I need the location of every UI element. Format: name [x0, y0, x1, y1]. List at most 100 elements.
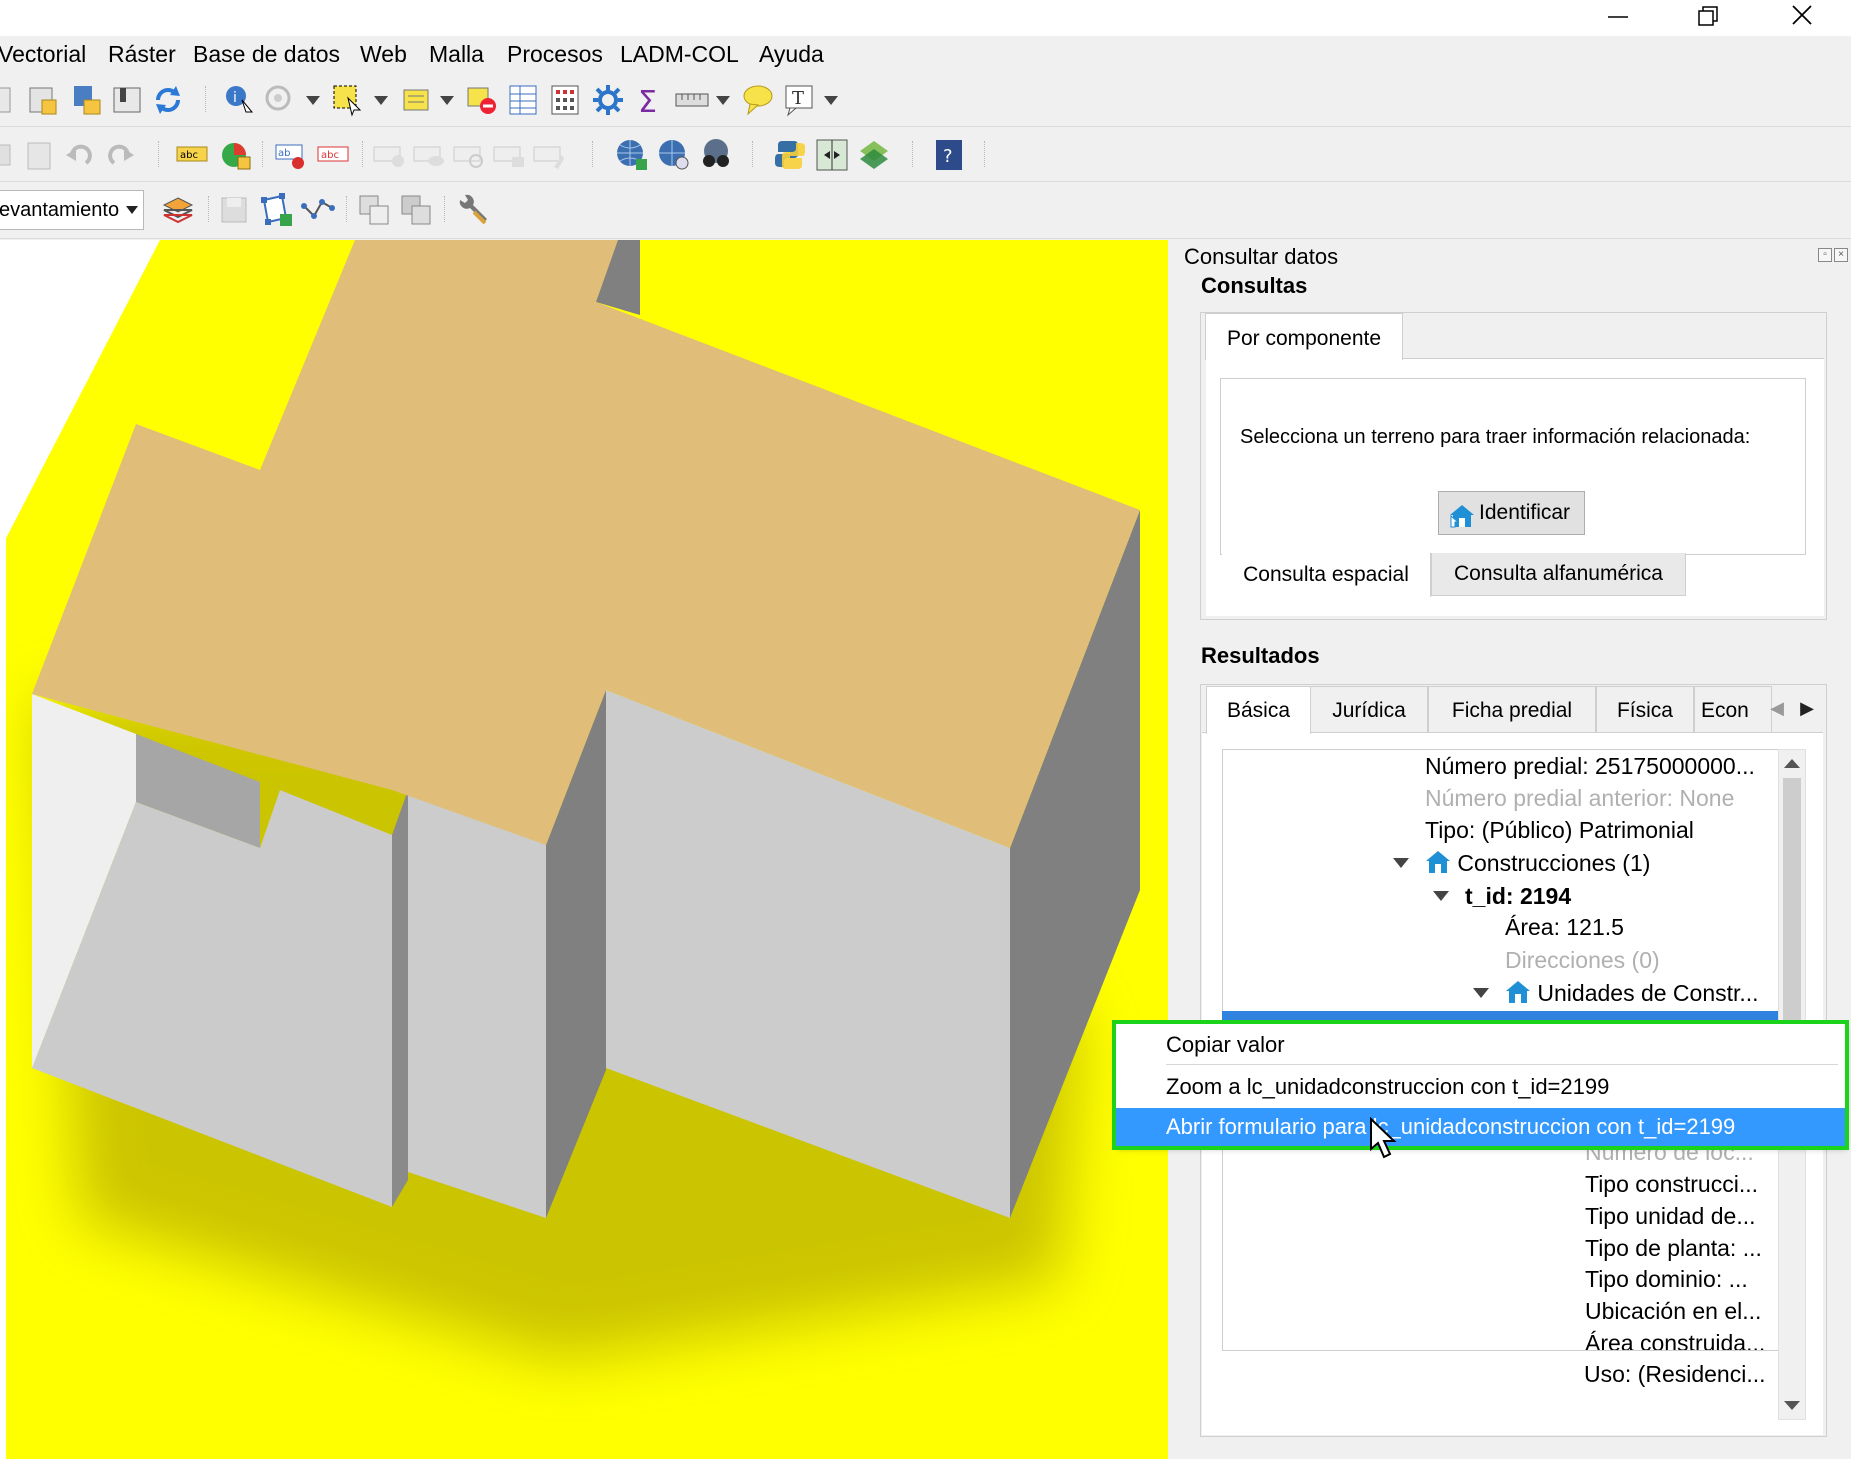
scroll-down-icon[interactable]	[1784, 1401, 1800, 1410]
identify-features-icon[interactable]: i	[222, 82, 258, 118]
expand-arrow-icon[interactable]	[1473, 988, 1489, 998]
dock-float-icon[interactable]: ▫	[1818, 248, 1832, 262]
georeferencer-icon[interactable]	[814, 137, 850, 173]
change-label-icon[interactable]	[492, 137, 528, 173]
tab-scroll-left-icon[interactable]: ◀	[1764, 690, 1790, 726]
tree-tipo-planta[interactable]: Tipo de planta: ...	[1585, 1232, 1762, 1264]
menu-base-de-datos[interactable]: Base de datos	[193, 41, 340, 68]
field-calculator-icon[interactable]	[548, 82, 584, 118]
attribute-table-icon[interactable]	[506, 82, 542, 118]
diagram-tool-icon[interactable]	[218, 137, 254, 173]
layers-icon[interactable]	[160, 192, 196, 228]
refresh-icon[interactable]	[150, 82, 186, 118]
run-action-icon[interactable]	[262, 82, 298, 118]
tree-area[interactable]: Área: 121.5	[1505, 911, 1624, 943]
tree-tipo[interactable]: Tipo: (Público) Patrimonial	[1425, 814, 1694, 846]
select-by-value-icon[interactable]	[400, 82, 436, 118]
identificar-button[interactable]: Identificar	[1438, 491, 1585, 535]
menu-item-copiar-valor[interactable]: Copiar valor	[1116, 1026, 1845, 1064]
tree-area-construida[interactable]: Área construida...	[1585, 1327, 1765, 1350]
menu-ayuda[interactable]: Ayuda	[759, 41, 824, 68]
scroll-up-icon[interactable]	[1784, 759, 1800, 768]
tree-numero-predial[interactable]: Número predial: 25175000000...	[1425, 750, 1755, 782]
highlight-label-icon[interactable]: abc	[316, 137, 352, 173]
show-hide-label-icon[interactable]	[412, 137, 448, 173]
plugin-layers-icon[interactable]	[856, 137, 892, 173]
menu-raster[interactable]: Ráster	[108, 41, 176, 68]
tab-fisica[interactable]: Física	[1596, 686, 1694, 732]
layer-edit-icon[interactable]	[70, 82, 106, 118]
dock-splitter[interactable]	[1168, 240, 1178, 1459]
tab-por-componente[interactable]: Por componente	[1205, 313, 1403, 360]
paste-icon[interactable]	[22, 137, 58, 173]
menu-vectorial[interactable]: Vectorial	[0, 41, 86, 68]
tree-t-id-construccion[interactable]: t_id: 2194	[1465, 880, 1571, 912]
wrench-icon[interactable]	[454, 192, 490, 228]
tree-unidades-construccion[interactable]: Unidades de Constr...	[1505, 977, 1759, 1009]
paste-features-icon[interactable]	[398, 192, 434, 228]
selection-message: Selecciona un terreno para traer informa…	[1240, 426, 1751, 448]
tree-numero-predial-anterior[interactable]: Número predial anterior: None	[1425, 782, 1734, 814]
tree-direcciones[interactable]: Direcciones (0)	[1505, 944, 1660, 976]
dock-close-icon[interactable]: ×	[1834, 248, 1848, 262]
bookmark-icon[interactable]	[110, 82, 146, 118]
layer-combo[interactable]: evantamiento	[0, 190, 144, 230]
menu-malla[interactable]: Malla	[429, 41, 484, 68]
move-label-icon[interactable]	[372, 137, 408, 173]
tree-construcciones[interactable]: Construcciones (1)	[1425, 847, 1650, 879]
tree-ubicacion[interactable]: Ubicación en el...	[1585, 1295, 1761, 1327]
redo-icon[interactable]	[102, 137, 138, 173]
expand-arrow-icon[interactable]	[1393, 858, 1409, 868]
close-button[interactable]	[1756, 0, 1846, 36]
web-service-icon[interactable]	[614, 137, 650, 173]
tree-tipo-dominio[interactable]: Tipo dominio: ...	[1585, 1263, 1748, 1295]
map-tips-icon[interactable]	[740, 82, 776, 118]
map-canvas[interactable]	[0, 240, 1168, 1459]
tab-consulta-espacial[interactable]: Consulta espacial	[1222, 553, 1431, 597]
building-wall	[408, 790, 546, 1218]
tab-ficha-predial[interactable]: Ficha predial	[1428, 686, 1596, 732]
restore-button[interactable]	[1663, 0, 1753, 36]
vertex-tool-icon[interactable]	[300, 192, 336, 228]
delete-icon[interactable]	[0, 137, 22, 173]
pin-label-icon[interactable]: ab	[274, 137, 310, 173]
menu-ladm-col[interactable]: LADM-COL	[620, 41, 739, 68]
tree-uso[interactable]: Uso: (Residenci...	[1584, 1358, 1766, 1390]
help-icon[interactable]: ?	[932, 137, 968, 173]
text-annotation-icon[interactable]: T	[782, 82, 818, 118]
add-polygon-icon[interactable]	[258, 192, 294, 228]
expand-arrow-icon[interactable]	[1433, 891, 1449, 901]
select-features-icon[interactable]	[330, 82, 366, 118]
deselect-features-icon[interactable]	[464, 82, 500, 118]
metasearch-icon[interactable]	[698, 137, 734, 173]
save-edits-icon[interactable]	[26, 82, 62, 118]
menu-item-zoom[interactable]: Zoom a lc_unidadconstruccion con t_id=21…	[1116, 1068, 1845, 1106]
processing-toolbox-icon[interactable]	[590, 82, 626, 118]
tree-construcciones-label: Construcciones (1)	[1457, 850, 1651, 876]
tree-tipo-unidad[interactable]: Tipo unidad de...	[1585, 1200, 1756, 1232]
python-console-icon[interactable]	[772, 137, 808, 173]
scroll-thumb[interactable]	[1783, 778, 1801, 1022]
wms-layer-icon[interactable]	[656, 137, 692, 173]
statistics-sigma-icon[interactable]: Σ	[632, 82, 668, 120]
tab-consulta-alfanumerica[interactable]: Consulta alfanumérica	[1431, 553, 1686, 596]
tree-tipo-construccion[interactable]: Tipo construcci...	[1585, 1168, 1758, 1200]
menu-web[interactable]: Web	[360, 41, 407, 68]
tab-juridica[interactable]: Jurídica	[1310, 686, 1428, 732]
tab-basica[interactable]: Básica	[1206, 686, 1311, 734]
tab-economica[interactable]: Econ	[1694, 686, 1772, 732]
rotate-label-icon[interactable]	[452, 137, 488, 173]
label-tool-icon[interactable]: abc	[175, 137, 211, 173]
menu-item-abrir-formulario[interactable]: Abrir formulario para lc_unidadconstrucc…	[1116, 1108, 1845, 1146]
copy-features-icon[interactable]	[356, 192, 392, 228]
label-properties-icon[interactable]	[532, 137, 568, 173]
save-layer-icon[interactable]	[216, 192, 252, 228]
menu-procesos[interactable]: Procesos	[507, 41, 603, 68]
measure-line-icon[interactable]	[674, 82, 710, 118]
undo-icon[interactable]	[62, 137, 98, 173]
new-project-icon[interactable]	[0, 82, 18, 118]
minimize-button[interactable]	[1573, 0, 1663, 36]
menu-item-label: Copiar valor	[1166, 1032, 1285, 1057]
tab-scroll-right-icon[interactable]: ▶	[1794, 690, 1820, 726]
tree-selected-row[interactable]	[1222, 1011, 1778, 1023]
